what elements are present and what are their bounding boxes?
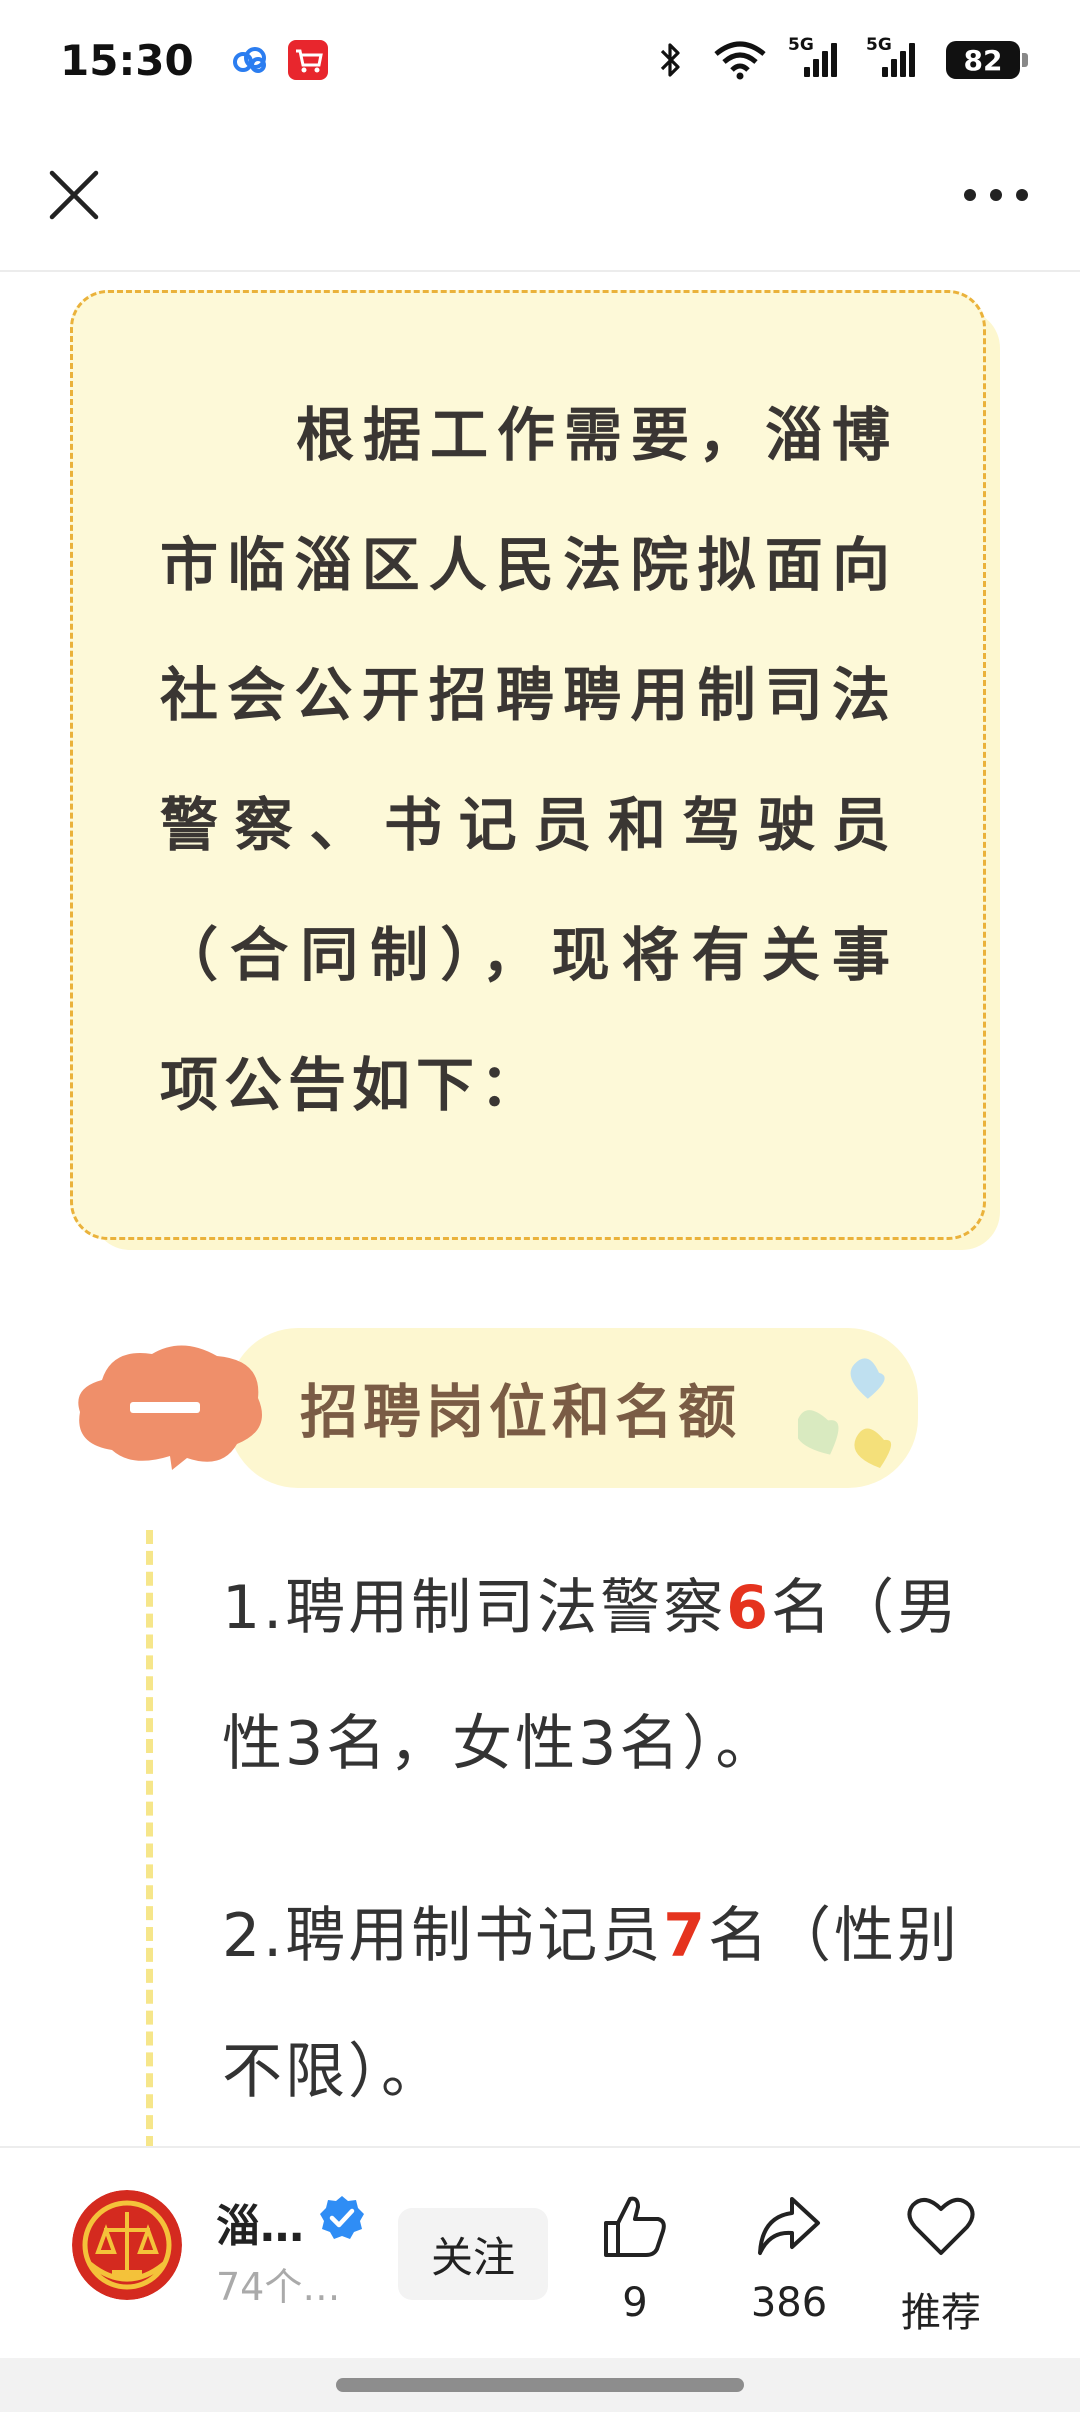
article-content: 1.聘用制司法警察6名（男性3名，女性3名）。 2.聘用制书记员7名（性别不限）…	[222, 1540, 1022, 2196]
battery-indicator: 82	[946, 41, 1028, 79]
heart-icon	[907, 2197, 975, 2255]
list-item: 2.聘用制书记员7名（性别不限）。	[222, 1868, 1022, 2140]
status-time: 15:30	[60, 35, 194, 85]
author-subtitle: 74个…	[216, 2265, 341, 2309]
shopping-cart-app-icon	[287, 40, 328, 80]
verified-badge-icon	[320, 2196, 364, 2239]
bluetooth-icon	[650, 40, 690, 80]
notice-box: 根据工作需要，淄博市临淄区人民法院拟面向社会公开招聘聘用制司法警察、书记员和驾驶…	[70, 290, 1000, 1250]
status-bar: 15:30 5G 5G 82	[0, 0, 1080, 120]
status-notification-icons	[230, 40, 328, 80]
item-1-prefix: 1.聘用制司法警察	[222, 1573, 727, 1643]
cloud-app-icon	[230, 40, 270, 80]
thumbs-up-icon	[604, 2196, 666, 2257]
item-2-count: 7	[663, 1901, 708, 1971]
notice-text: 根据工作需要，淄博市临淄区人民法院拟面向社会公开招聘聘用制司法警察、书记员和驾驶…	[160, 401, 896, 1119]
network-type-label: 5G	[788, 35, 814, 55]
section-heading: 招聘岗位和名额	[68, 1320, 968, 1490]
content-dashed-line	[146, 1530, 153, 2150]
cellular-signal-2-icon: 5G	[866, 35, 924, 77]
court-emblem-icon	[72, 2190, 182, 2300]
item-2-prefix: 2.聘用制书记员	[222, 1901, 664, 1971]
home-gesture-bar[interactable]	[336, 2378, 744, 2392]
hearts-decoration-icon	[798, 1358, 892, 1468]
bottom-action-bar: 淄… 74个… 关注 9 386 推荐	[0, 2146, 1080, 2358]
author-avatar[interactable]	[72, 2190, 182, 2300]
section-title: 招聘岗位和名额	[300, 1378, 742, 1446]
gesture-area	[0, 2358, 1080, 2412]
more-horizontal-icon	[964, 189, 1028, 201]
item-1-count: 6	[726, 1573, 771, 1643]
article-page: 15:30 5G 5G 82 根据工作需要，淄博市临淄区人民法院拟面向社会公开招…	[0, 0, 1080, 2412]
list-item: 1.聘用制司法警察6名（男性3名，女性3名）。	[222, 1540, 1022, 1812]
status-system-icons: 5G 5G 82	[650, 35, 1028, 80]
like-button[interactable]: 9	[560, 2186, 710, 2336]
network-type-label-2: 5G	[866, 35, 892, 55]
share-button[interactable]: 386	[714, 2186, 864, 2336]
like-count: 9	[622, 2280, 648, 2326]
share-arrow-icon	[758, 2197, 820, 2255]
author-name[interactable]: 淄…	[216, 2190, 316, 2254]
top-nav-bar	[0, 120, 1080, 272]
cellular-signal-1-icon: 5G	[788, 35, 846, 77]
close-icon	[49, 170, 99, 220]
speech-cloud-icon	[78, 1345, 262, 1470]
recommend-label: 推荐	[901, 2290, 981, 2336]
more-options-button[interactable]	[956, 165, 1036, 225]
share-count: 386	[750, 2280, 828, 2326]
recommend-button[interactable]: 推荐	[866, 2186, 1016, 2336]
close-button[interactable]	[44, 165, 104, 225]
wifi-icon	[712, 40, 768, 80]
follow-button[interactable]: 关注	[398, 2208, 548, 2300]
